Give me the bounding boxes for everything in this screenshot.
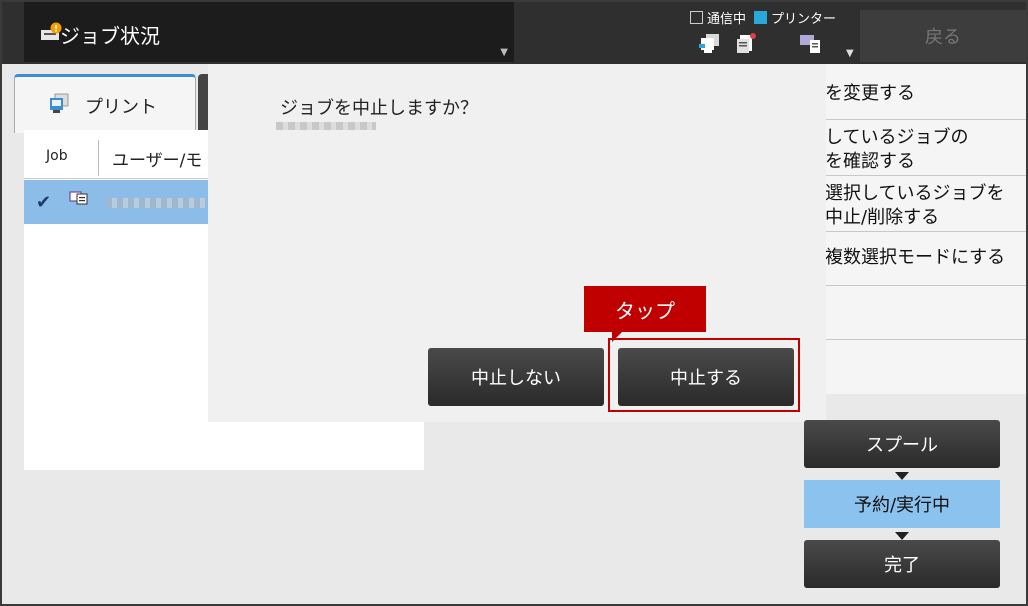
action-menu: を変更する しているジョブの を確認する 選択しているジョブを 中止/削除する … — [824, 64, 1026, 394]
flow-step-complete: 完了 — [804, 540, 1000, 588]
column-divider — [98, 140, 99, 176]
legend-printer: プリンター — [754, 8, 836, 27]
job-status-icon — [41, 22, 62, 40]
tap-callout: タップ — [584, 286, 706, 332]
column-header-user[interactable]: ユーザー/モ — [112, 146, 202, 171]
print-icon — [50, 93, 69, 113]
menu-item-cancel-delete[interactable]: 選択しているジョブを 中止/削除する — [825, 176, 1026, 232]
menu-item-label: 中止/削除する — [825, 207, 940, 228]
arrow-down-icon — [895, 532, 909, 540]
menu-item-label: 複数選択モードにする — [825, 247, 1006, 268]
flow-step-spool: スプール — [804, 420, 1000, 468]
chevron-down-icon[interactable]: ▼ — [846, 48, 854, 59]
menu-item-label: を変更する — [825, 83, 915, 104]
dialog-message: ジョブを中止しますか？ — [280, 98, 478, 119]
chevron-down-icon: ▼ — [500, 47, 508, 58]
highlight-box — [608, 338, 800, 412]
dont-cancel-button[interactable]: 中止しない — [428, 348, 604, 406]
page-title: ジョブ状況 — [60, 24, 160, 48]
flow-step-active: 予約/実行中 — [804, 480, 1000, 528]
column-header-job[interactable]: Job — [46, 148, 68, 164]
tab-label: プリント — [85, 97, 157, 118]
print-job-icon — [69, 191, 88, 205]
screen-frame: ジョブ状況 ▼ 通信中 プリンター ▼ 戻る プリント Job ユーザー/モ ✔… — [0, 0, 1028, 606]
redacted-user-name — [106, 198, 206, 208]
arrow-down-icon — [895, 472, 909, 480]
menu-item-check-job[interactable]: しているジョブの を確認する — [825, 120, 1026, 176]
menu-item-label: 選択しているジョブを — [825, 183, 1005, 204]
menu-item-multi-select[interactable]: 複数選択モードにする — [825, 232, 1026, 286]
menu-item-label: しているジョブの — [825, 127, 969, 148]
comm-status-icon — [699, 34, 719, 53]
menu-item-label: を確認する — [825, 151, 915, 172]
printer-status-icon — [737, 33, 756, 53]
device-status-icon[interactable] — [798, 32, 822, 54]
empty-square-icon — [690, 11, 703, 24]
menu-item-empty — [825, 286, 1026, 340]
checkmark-icon: ✔ — [36, 192, 52, 213]
status-legend: 通信中 プリンター — [690, 8, 836, 27]
tab-print[interactable]: プリント — [14, 74, 196, 133]
filled-square-icon — [754, 11, 768, 24]
back-button[interactable]: 戻る — [860, 10, 1026, 62]
title-panel[interactable]: ジョブ状況 ▼ — [24, 2, 514, 62]
legend-comm: 通信中 — [690, 8, 746, 27]
main-content: プリント Job ユーザー/モ ✔ を変更する しているジョブの を確認する 選… — [2, 64, 1026, 604]
legend-printer-label: プリンター — [771, 12, 837, 27]
menu-item-change[interactable]: を変更する — [825, 64, 1026, 120]
redacted-job-name — [276, 122, 376, 130]
top-bar: ジョブ状況 ▼ 通信中 プリンター ▼ 戻る — [2, 2, 1026, 64]
legend-comm-label: 通信中 — [707, 12, 747, 27]
